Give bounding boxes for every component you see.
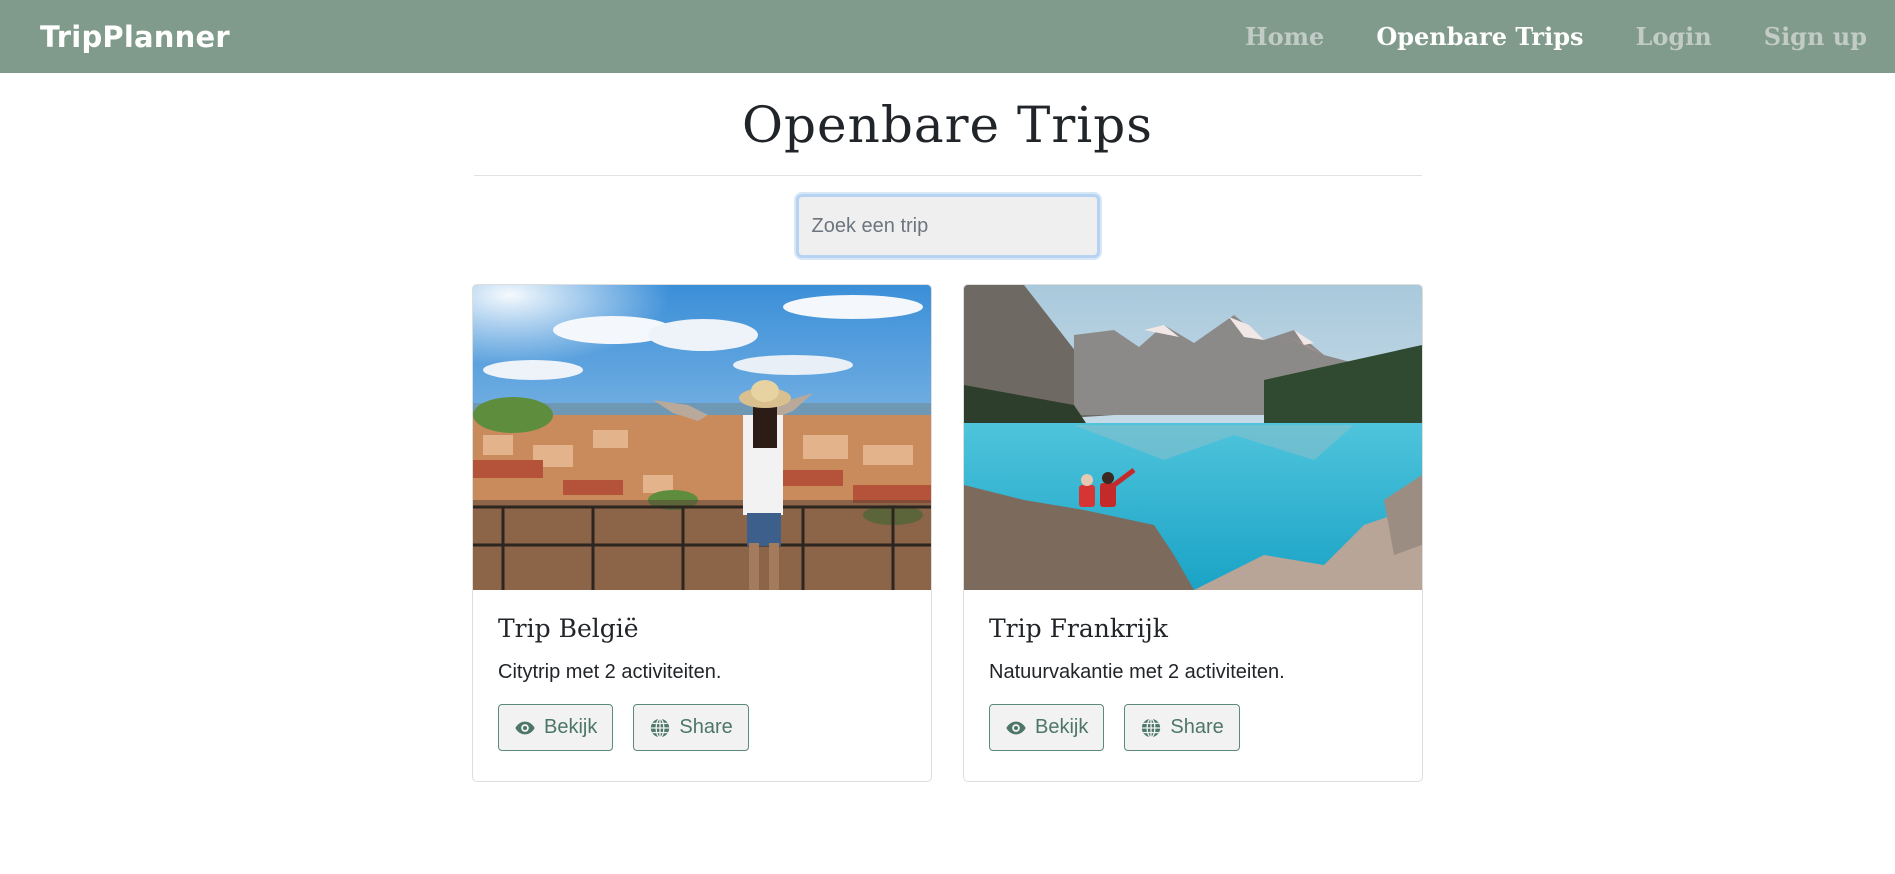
nav-link-home[interactable]: Home <box>1245 22 1324 51</box>
nav-links: Home Openbare Trips Login Sign up <box>1193 22 1867 51</box>
globe-icon <box>1142 717 1161 738</box>
card-actions: Bekijk Share <box>989 704 1397 751</box>
nav-link-signup[interactable]: Sign up <box>1764 22 1867 51</box>
trip-image-lake <box>964 285 1422 590</box>
trip-title: Trip Frankrijk <box>989 614 1168 643</box>
card-body: Trip België Citytrip met 2 activiteiten.… <box>473 590 931 775</box>
page-title: Openbare Trips <box>742 96 1153 154</box>
search-section <box>0 194 1895 258</box>
share-trip-button[interactable]: Share <box>1124 704 1240 751</box>
globe-icon <box>651 717 670 738</box>
eye-icon <box>515 721 535 734</box>
card-actions: Bekijk Share <box>498 704 906 751</box>
nav-link-public-trips[interactable]: Openbare Trips <box>1376 22 1583 51</box>
trip-card: Trip Frankrijk Natuurvakantie met 2 acti… <box>963 284 1423 782</box>
view-trip-label: Bekijk <box>1035 716 1089 738</box>
search-input[interactable] <box>795 194 1100 258</box>
view-trip-button[interactable]: Bekijk <box>498 704 614 751</box>
navbar: TripPlanner Home Openbare Trips Login Si… <box>0 0 1895 73</box>
view-trip-button[interactable]: Bekijk <box>989 704 1105 751</box>
heading-section: Openbare Trips <box>473 95 1422 176</box>
view-trip-label: Bekijk <box>544 716 598 738</box>
share-trip-button[interactable]: Share <box>633 704 749 751</box>
divider <box>473 175 1422 176</box>
eye-icon <box>1006 721 1026 734</box>
trip-card: Trip België Citytrip met 2 activiteiten.… <box>472 284 932 782</box>
brand-logo[interactable]: TripPlanner <box>40 20 230 54</box>
trip-description: Citytrip met 2 activiteiten. <box>498 661 722 683</box>
share-trip-label: Share <box>1170 716 1224 738</box>
trip-image-city <box>473 285 931 590</box>
trip-cards: Trip België Citytrip met 2 activiteiten.… <box>0 284 1895 782</box>
trip-description: Natuurvakantie met 2 activiteiten. <box>989 661 1285 683</box>
trip-title: Trip België <box>498 614 639 643</box>
card-body: Trip Frankrijk Natuurvakantie met 2 acti… <box>964 590 1422 775</box>
share-trip-label: Share <box>679 716 733 738</box>
nav-link-login[interactable]: Login <box>1636 22 1712 51</box>
